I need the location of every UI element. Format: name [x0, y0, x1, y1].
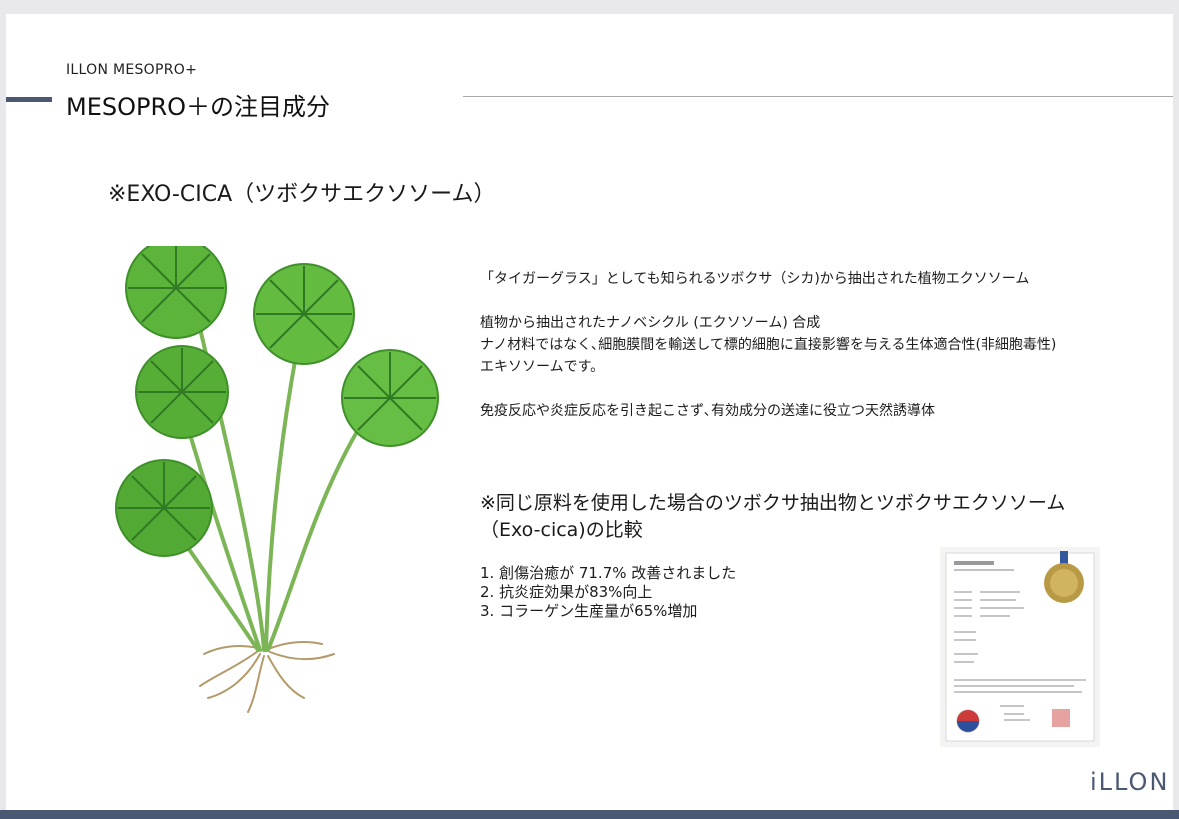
- title-divider: [463, 96, 1173, 97]
- description-paragraph-2-line-1: 植物から抽出されたナノベシクル (エクソソーム) 合成: [480, 315, 821, 331]
- certificate-image: [940, 547, 1100, 747]
- result-item: 3. コラーゲン生産量が65%増加: [480, 602, 698, 620]
- title-accent-bar: [6, 97, 52, 102]
- bottom-accent-bar: [0, 810, 1179, 819]
- result-item: 1. 創傷治癒が 71.7% 改善されました: [480, 564, 737, 582]
- description-block: 「タイガーグラス」としても知られるツボクサ（シカ)から抽出された植物エクソソーム…: [480, 268, 1070, 422]
- brand-label: ILLON MESOPRO+: [66, 62, 198, 78]
- centella-plant-illustration: [115, 246, 439, 713]
- plant-roots: [199, 641, 335, 713]
- description-paragraph-2: 植物から抽出されたナノベシクル (エクソソーム) 合成 ナノ材料ではなく､細胞膜…: [480, 312, 1070, 378]
- description-paragraph-2-line-2: ナノ材料ではなく､細胞膜間を輸送して標的細胞に直接影響を与える生体適合性(非細胞…: [480, 337, 1057, 375]
- page-title: MESOPRO＋の注目成分: [66, 93, 331, 121]
- comparison-heading: ※同じ原料を使用した場合のツボクサ抽出物とツボクサエクソソーム（Exo-cica…: [480, 492, 1066, 541]
- illon-logo: iLLON: [1090, 768, 1170, 796]
- results-list: 1. 創傷治癒が 71.7% 改善されました 2. 抗炎症効果が83%向上 3.…: [480, 564, 736, 621]
- description-paragraph-1: 「タイガーグラス」としても知られるツボクサ（シカ)から抽出された植物エクソソーム: [480, 271, 1030, 287]
- description-paragraph-3: 免疫反応や炎症反応を引き起こさず､有効成分の送達に役立つ天然誘導体: [480, 403, 935, 419]
- result-item: 2. 抗炎症効果が83%向上: [480, 583, 653, 601]
- section-heading: ※EXO-CICA（ツボクサエクソソーム）: [108, 182, 496, 207]
- plant-leaves: [115, 246, 439, 557]
